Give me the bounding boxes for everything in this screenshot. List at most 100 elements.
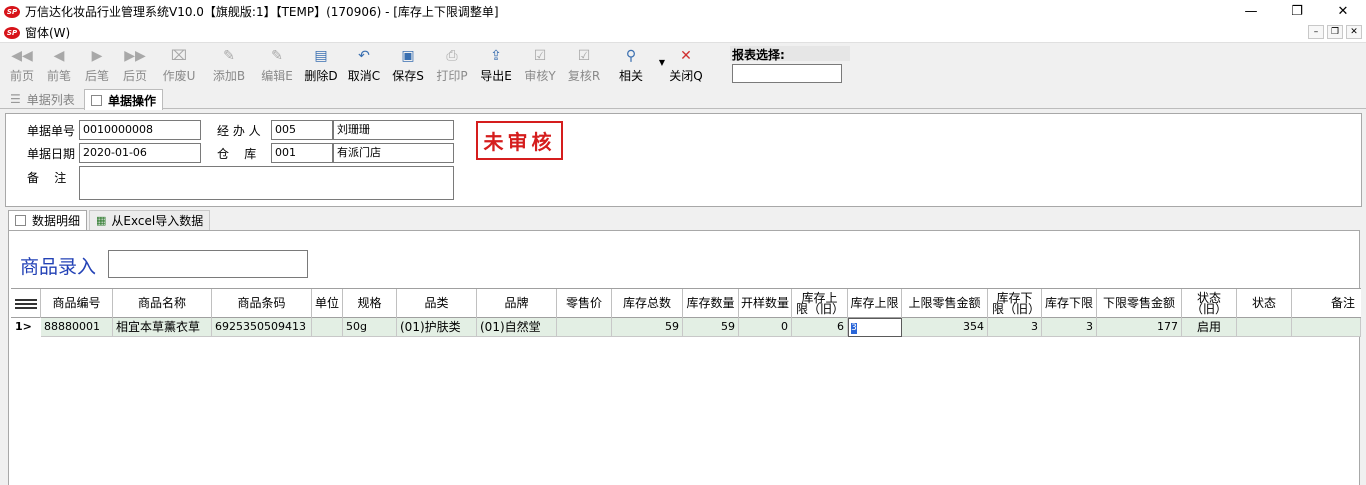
close-icon[interactable]: ✕: [1320, 0, 1366, 23]
delete-button[interactable]: ▤ 删除D: [300, 44, 342, 86]
cell-unit[interactable]: [312, 318, 343, 337]
row-indicator[interactable]: 1>: [11, 318, 41, 337]
cell-lower-amount[interactable]: 177: [1097, 318, 1182, 337]
col-header[interactable]: 零售价: [557, 289, 612, 318]
app-logo-icon: SP: [4, 5, 20, 18]
report-select: 报表选择:: [730, 46, 850, 83]
cell-status[interactable]: [1237, 318, 1292, 337]
close-button[interactable]: ✕ 关闭Q: [668, 44, 704, 86]
handler-name-field[interactable]: 刘珊珊: [333, 120, 454, 140]
first-page-button[interactable]: ◀◀ 前页: [4, 44, 40, 86]
col-header[interactable]: 库存总数: [612, 289, 683, 318]
void-button[interactable]: ⌧ 作废U: [154, 44, 204, 86]
goods-entry-input[interactable]: [108, 250, 308, 278]
cell-upper-value[interactable]: 3: [851, 322, 857, 334]
cell-name[interactable]: 相宜本草薰衣草: [113, 318, 212, 337]
review-button[interactable]: ☑ 复核R: [562, 44, 606, 86]
mdi-close-icon[interactable]: ✕: [1346, 25, 1362, 39]
cell-upper-amount[interactable]: 354: [902, 318, 988, 337]
col-header[interactable]: 库存上限: [848, 289, 902, 318]
cell-price[interactable]: [557, 318, 612, 337]
handler-label: 经 办 人: [217, 124, 261, 138]
save-button[interactable]: ▣ 保存S: [386, 44, 430, 86]
close-red-icon: ✕: [680, 48, 692, 64]
add-icon: ✎: [223, 48, 235, 64]
last-page-button[interactable]: ▶▶ 后页: [116, 44, 154, 86]
maximize-icon[interactable]: ❐: [1274, 0, 1320, 23]
related-dropdown-button[interactable]: ▼: [656, 44, 668, 86]
col-header[interactable]: 商品编号: [41, 289, 113, 318]
cancel-button[interactable]: ↶ 取消C: [342, 44, 386, 86]
approve-button[interactable]: ☑ 审核Y: [518, 44, 562, 86]
cell-lower[interactable]: 3: [1042, 318, 1097, 337]
cell-sample-qty[interactable]: 0: [739, 318, 792, 337]
warehouse-name-field[interactable]: 有派门店: [333, 143, 454, 163]
grid-menu-icon[interactable]: [11, 289, 41, 318]
print-icon: ⎙: [446, 48, 458, 64]
cell-lower-old[interactable]: 3: [988, 318, 1042, 337]
col-header[interactable]: 库存上限（旧）: [792, 289, 848, 318]
mdi-restore-icon[interactable]: ❐: [1327, 25, 1343, 39]
cell-stock-qty[interactable]: 59: [683, 318, 739, 337]
col-header[interactable]: 商品名称: [113, 289, 212, 318]
related-button[interactable]: ⚲ 相关: [606, 44, 656, 86]
col-header[interactable]: 品类: [397, 289, 477, 318]
col-header[interactable]: 开样数量: [739, 289, 792, 318]
tab-doc-operate[interactable]: 单据操作: [84, 89, 164, 110]
edit-button[interactable]: ✎ 编辑E: [254, 44, 300, 86]
cell-category[interactable]: (01)护肤类: [397, 318, 477, 337]
col-header[interactable]: 商品条码: [212, 289, 312, 318]
link-icon: ⚲: [625, 48, 637, 64]
grid-header: 商品编号 商品名称 商品条码 单位 规格 品类 品牌 零售价 库存总数 库存数量…: [11, 289, 1361, 318]
col-header[interactable]: 状态（旧）: [1182, 289, 1237, 318]
approve-icon: ☑: [533, 48, 547, 64]
cell-upper-edit[interactable]: 3: [848, 318, 902, 337]
table-row[interactable]: 1> 88880001 相宜本草薰衣草 6925350509413 50g (0…: [11, 318, 1361, 337]
mdi-minimize-icon[interactable]: –: [1308, 25, 1324, 39]
cell-status-old[interactable]: 启用: [1182, 318, 1237, 337]
col-header[interactable]: 规格: [343, 289, 397, 318]
col-header[interactable]: 备注: [1292, 289, 1361, 318]
date-field[interactable]: 2020-01-06: [79, 143, 201, 163]
print-button[interactable]: ⎙ 打印P: [430, 44, 474, 86]
window-title: 万信达化妆品行业管理系统V10.0【旗舰版:1】【TEMP】(170906) -…: [25, 5, 499, 19]
minimize-icon[interactable]: —: [1228, 0, 1274, 23]
detail-grid: 商品编号 商品名称 商品条码 单位 规格 品类 品牌 零售价 库存总数 库存数量…: [11, 288, 1361, 485]
cell-upper-old[interactable]: 6: [792, 318, 848, 337]
prev-record-button[interactable]: ◀ 前笔: [40, 44, 78, 86]
col-header[interactable]: 库存数量: [683, 289, 739, 318]
menu-window[interactable]: 窗体(W): [25, 24, 70, 41]
date-label: 单据日期: [27, 147, 76, 161]
toolbar: ◀◀ 前页 ◀ 前笔 ▶ 后笔 ▶▶ 后页 ⌧ 作废U ✎ 添加B ✎ 编辑E ▤ 删除D ↶ 取…: [0, 44, 1366, 88]
col-header[interactable]: 状态: [1237, 289, 1292, 318]
warehouse-code-field[interactable]: 001: [271, 143, 333, 163]
col-header[interactable]: 上限零售金额: [902, 289, 988, 318]
status-stamp: 未审核: [476, 121, 563, 160]
doc-no-label: 单据单号: [27, 124, 76, 138]
add-button[interactable]: ✎ 添加B: [204, 44, 254, 86]
cell-spec[interactable]: 50g: [343, 318, 397, 337]
col-header[interactable]: 品牌: [477, 289, 557, 318]
export-button[interactable]: ⇪ 导出E: [474, 44, 518, 86]
cell-code[interactable]: 88880001: [41, 318, 113, 337]
save-icon: ▣: [401, 48, 415, 64]
col-header[interactable]: 库存下限（旧）: [988, 289, 1042, 318]
detail-panel: 商品录入 商品编号 商品名称 商品条码 单位 规格 品类 品牌 零售价 库存总数…: [8, 230, 1361, 485]
handler-code-field[interactable]: 005: [271, 120, 333, 140]
menu-bar: SP 窗体(W) – ❐ ✕: [0, 23, 1366, 43]
cell-remark[interactable]: [1292, 318, 1361, 337]
cell-brand[interactable]: (01)自然堂: [477, 318, 557, 337]
remark-field[interactable]: [79, 166, 454, 200]
tab-doc-list[interactable]: ☰ 单据列表: [4, 89, 81, 109]
cell-total-stock[interactable]: 59: [612, 318, 683, 337]
cell-barcode[interactable]: 6925350509413: [212, 318, 312, 337]
report-select-input[interactable]: [732, 64, 842, 83]
tab-excel-import[interactable]: ▦ 从Excel导入数据: [89, 210, 211, 230]
col-header[interactable]: 单位: [312, 289, 343, 318]
next-record-button[interactable]: ▶ 后笔: [78, 44, 116, 86]
tab-data-detail[interactable]: 数据明细: [8, 210, 88, 230]
doc-no-field[interactable]: 0010000008: [79, 120, 201, 140]
col-header[interactable]: 库存下限: [1042, 289, 1097, 318]
review-icon: ☑: [577, 48, 591, 64]
col-header[interactable]: 下限零售金额: [1097, 289, 1182, 318]
